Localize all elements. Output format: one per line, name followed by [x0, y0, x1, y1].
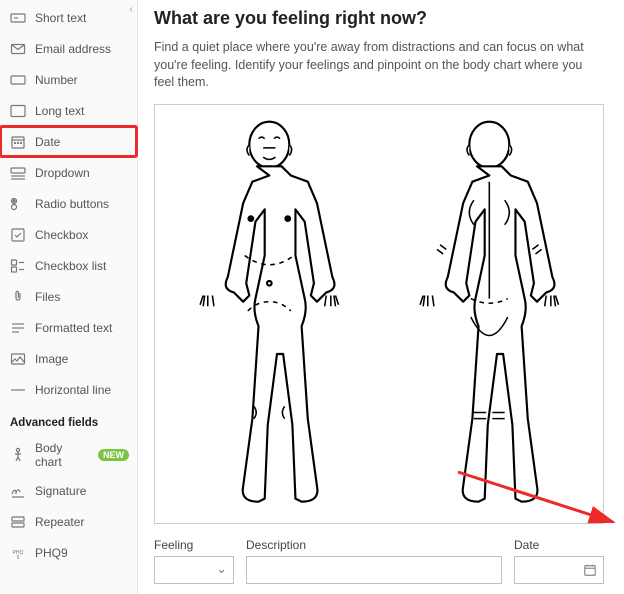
entry-fields-row: Feeling Description Date	[154, 538, 604, 584]
sidebar-item-label: Short text	[35, 11, 86, 25]
description-label: Description	[246, 538, 502, 552]
date-label: Date	[514, 538, 604, 552]
description-field: Description	[246, 538, 502, 584]
sidebar-item-image[interactable]: Image	[0, 343, 137, 374]
sidebar-item-short-text[interactable]: Short text	[0, 2, 137, 33]
sidebar-item-signature[interactable]: Signature	[0, 475, 137, 506]
body-chart-icon	[10, 447, 26, 463]
sidebar-item-phq9[interactable]: PHQ9 PHQ9	[0, 537, 137, 568]
sidebar-item-label: Repeater	[35, 515, 84, 529]
sidebar-item-date[interactable]: Date	[0, 126, 137, 157]
sidebar-item-email[interactable]: Email address	[0, 33, 137, 64]
question-instructions: Find a quiet place where you're away fro…	[154, 39, 604, 92]
svg-text:9: 9	[17, 555, 20, 561]
number-icon	[10, 72, 26, 88]
repeater-icon	[10, 514, 26, 530]
description-input[interactable]	[246, 556, 502, 584]
form-preview-panel: What are you feeling right now? Find a q…	[138, 0, 624, 594]
sidebar-item-label: Image	[35, 352, 68, 366]
sidebar-item-label: Checkbox list	[35, 259, 106, 273]
new-badge: NEW	[98, 449, 129, 461]
sidebar-item-label: Formatted text	[35, 321, 112, 335]
sidebar-item-files[interactable]: Files	[0, 281, 137, 312]
sidebar-item-label: Radio buttons	[35, 197, 109, 211]
sidebar-item-formatted-text[interactable]: Formatted text	[0, 312, 137, 343]
phq9-icon: PHQ9	[10, 545, 26, 561]
checkbox-list-icon	[10, 258, 26, 274]
date-field: Date	[514, 538, 604, 584]
radio-icon	[10, 196, 26, 212]
body-back-figure	[397, 114, 582, 514]
long-text-icon	[10, 103, 26, 119]
checkbox-icon	[10, 227, 26, 243]
sidebar-item-label: Files	[35, 290, 60, 304]
field-types-sidebar: ‹ Short text Email address Number Long t…	[0, 0, 138, 594]
feeling-field: Feeling	[154, 538, 234, 584]
feeling-select[interactable]	[154, 556, 234, 584]
advanced-fields-heading: Advanced fields	[0, 405, 137, 435]
image-icon	[10, 351, 26, 367]
sidebar-item-label: Long text	[35, 104, 84, 118]
sidebar-item-label: Email address	[35, 42, 111, 56]
date-icon	[10, 134, 26, 150]
sidebar-item-number[interactable]: Number	[0, 64, 137, 95]
sidebar-item-repeater[interactable]: Repeater	[0, 506, 137, 537]
sidebar-item-radio[interactable]: Radio buttons	[0, 188, 137, 219]
feeling-label: Feeling	[154, 538, 234, 552]
horizontal-line-icon	[10, 382, 26, 398]
files-icon	[10, 289, 26, 305]
sidebar-item-label: Checkbox	[35, 228, 88, 242]
sidebar-item-checkbox-list[interactable]: Checkbox list	[0, 250, 137, 281]
date-input[interactable]	[514, 556, 604, 584]
question-title: What are you feeling right now?	[154, 8, 604, 29]
email-icon	[10, 41, 26, 57]
formatted-text-icon	[10, 320, 26, 336]
dropdown-icon	[10, 165, 26, 181]
signature-icon	[10, 483, 26, 499]
sidebar-item-horizontal-line[interactable]: Horizontal line	[0, 374, 137, 405]
calendar-icon	[583, 563, 597, 577]
sidebar-item-label: Date	[35, 135, 60, 149]
short-text-icon	[10, 10, 26, 26]
sidebar-item-label: Dropdown	[35, 166, 90, 180]
sidebar-item-label: Horizontal line	[35, 383, 111, 397]
sidebar-item-body-chart[interactable]: Body chart NEW	[0, 435, 137, 475]
body-chart-canvas[interactable]	[154, 104, 604, 524]
sidebar-item-label: Signature	[35, 484, 86, 498]
body-front-figure	[177, 114, 362, 514]
collapse-sidebar-button[interactable]: ‹	[124, 2, 138, 16]
sidebar-item-label: PHQ9	[35, 546, 68, 560]
sidebar-item-label: Body chart	[35, 441, 85, 469]
sidebar-item-checkbox[interactable]: Checkbox	[0, 219, 137, 250]
sidebar-item-dropdown[interactable]: Dropdown	[0, 157, 137, 188]
sidebar-item-long-text[interactable]: Long text	[0, 95, 137, 126]
sidebar-item-label: Number	[35, 73, 78, 87]
